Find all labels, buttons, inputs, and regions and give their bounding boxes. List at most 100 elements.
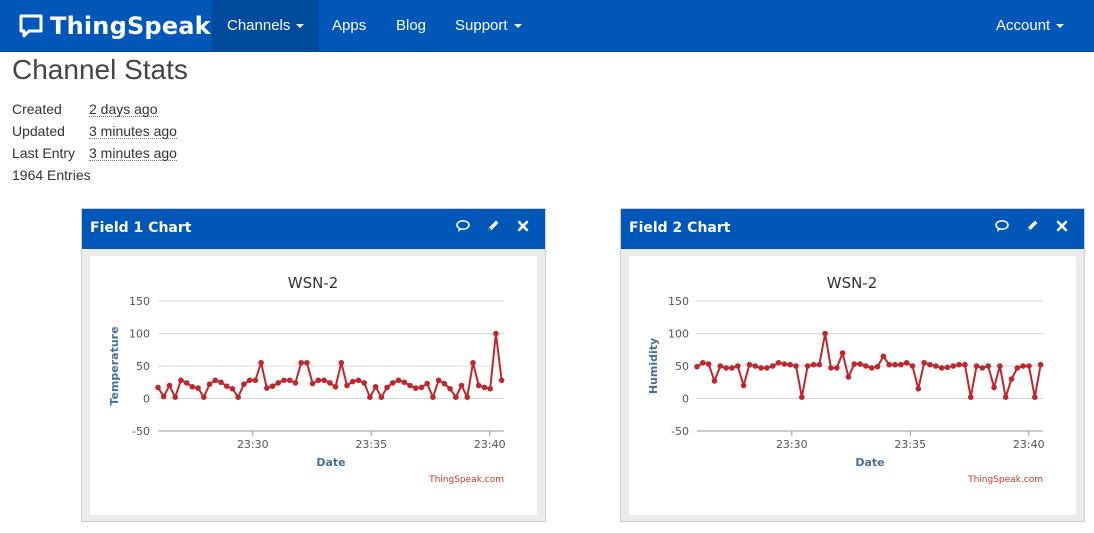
- nav-apps[interactable]: Apps: [317, 0, 381, 52]
- data-point: [746, 361, 753, 368]
- data-point: [967, 394, 974, 400]
- x-tick-label: 23:40: [1013, 438, 1045, 451]
- brand-link[interactable]: ThingSpeakTM: [18, 10, 225, 42]
- data-point: [229, 385, 236, 392]
- y-tick-label: 0: [682, 393, 689, 406]
- data-point: [447, 385, 453, 392]
- data-point: [921, 359, 927, 366]
- data-point: [1020, 363, 1026, 369]
- y-tick-label: 50: [136, 360, 150, 373]
- pencil-icon[interactable]: [485, 218, 501, 234]
- data-point: [241, 381, 247, 387]
- data-point: [453, 394, 459, 400]
- x-axis-title: Date: [316, 456, 345, 469]
- panel-heading: Field 2 Chart: [621, 209, 1084, 249]
- comment-icon[interactable]: [994, 218, 1010, 234]
- nav-account-dropdown[interactable]: Account: [981, 0, 1079, 52]
- chart-area: WSN-2 150 100 50 0 -50 23:30 23:35 23:40 Date Temp…: [90, 256, 537, 515]
- data-point: [344, 382, 350, 389]
- stat-last-entry-label: Last Entry: [12, 145, 76, 161]
- data-point: [1026, 363, 1032, 369]
- data-point: [979, 365, 986, 371]
- data-point: [166, 382, 173, 389]
- data-point: [764, 365, 770, 371]
- chart-title: WSN-2: [827, 274, 878, 292]
- data-point: [857, 361, 863, 367]
- data-point: [304, 359, 310, 366]
- y-tick-label: 0: [143, 393, 150, 406]
- y-tick-label: 150: [129, 295, 150, 308]
- data-point: [752, 363, 759, 369]
- data-point: [372, 384, 379, 390]
- data-point: [195, 385, 201, 391]
- nav-channels-dropdown[interactable]: Channels: [212, 0, 320, 52]
- data-point: [956, 361, 962, 368]
- data-point: [172, 394, 178, 400]
- close-icon[interactable]: [515, 218, 531, 234]
- data-point: [694, 363, 700, 370]
- stat-entries: 1964 Entries: [12, 165, 177, 187]
- y-axis-title: Temperature: [108, 326, 121, 405]
- data-point: [892, 361, 898, 368]
- data-point: [332, 384, 339, 390]
- x-tick-label: 23:35: [894, 438, 926, 451]
- panel-actions: [455, 218, 531, 234]
- data-point: [973, 363, 980, 369]
- data-point: [962, 361, 968, 368]
- y-tick-label: -50: [671, 425, 689, 438]
- nav-support-label: Support: [455, 17, 508, 34]
- channel-stats: Created 2 days ago Updated 3 minutes ago…: [12, 99, 177, 187]
- data-point: [378, 394, 385, 400]
- data-point: [787, 361, 793, 368]
- data-point: [833, 365, 840, 371]
- nav-support-dropdown[interactable]: Support: [440, 0, 537, 52]
- data-point: [206, 381, 213, 387]
- data-point: [498, 377, 505, 384]
- panel-heading: Field 1 Chart: [82, 209, 545, 249]
- data-point: [298, 359, 304, 366]
- data-point: [412, 385, 419, 391]
- data-point: [851, 361, 858, 367]
- y-tick-label: 100: [129, 328, 150, 341]
- thingspeak-logo-icon: [19, 14, 43, 38]
- data-point: [201, 394, 207, 400]
- data-point: [810, 361, 817, 368]
- humidity-line-chart[interactable]: WSN-2 150 100 50 0 -50 23:30 23:35 23:40 Date Humi…: [629, 256, 1076, 515]
- stat-created-label: Created: [12, 101, 62, 117]
- data-point: [781, 361, 788, 367]
- data-point: [758, 365, 764, 371]
- data-point: [401, 379, 408, 386]
- stat-last-entry-value: 3 minutes ago: [89, 145, 177, 161]
- data-point: [927, 361, 933, 368]
- comment-icon[interactable]: [455, 218, 471, 234]
- data-point: [155, 384, 161, 391]
- chart-title: WSN-2: [288, 274, 339, 292]
- close-icon[interactable]: [1054, 218, 1070, 234]
- data-point: [183, 380, 190, 386]
- data-point: [874, 363, 881, 370]
- nav-blog-label: Blog: [396, 17, 427, 34]
- data-point: [269, 383, 276, 389]
- data-point: [804, 363, 811, 369]
- nav-blog[interactable]: Blog: [381, 0, 441, 52]
- data-point: [909, 363, 916, 369]
- data-point: [275, 380, 282, 386]
- data-point: [950, 363, 957, 369]
- data-point: [932, 363, 939, 369]
- pencil-icon[interactable]: [1024, 218, 1040, 234]
- x-tick-label: 23:40: [474, 438, 506, 451]
- data-point: [863, 363, 869, 369]
- x-tick-label: 23:30: [237, 438, 269, 451]
- temperature-line-chart[interactable]: WSN-2 150 100 50 0 -50 23:30 23:35 23:40 Date Temp…: [90, 256, 537, 515]
- data-point: [160, 393, 167, 400]
- y-tick-label: 150: [668, 295, 689, 308]
- data-point: [361, 380, 367, 386]
- data-point: [717, 363, 724, 369]
- field-1-chart-panel: Field 1 Chart WSN-2 150 100 50 0 -50 23:30 23:3…: [81, 208, 546, 522]
- data-point: [493, 330, 499, 337]
- data-point: [470, 359, 476, 366]
- data-point: [264, 385, 270, 391]
- data-point: [985, 363, 992, 369]
- panel-actions: [994, 218, 1070, 234]
- data-point: [315, 377, 322, 384]
